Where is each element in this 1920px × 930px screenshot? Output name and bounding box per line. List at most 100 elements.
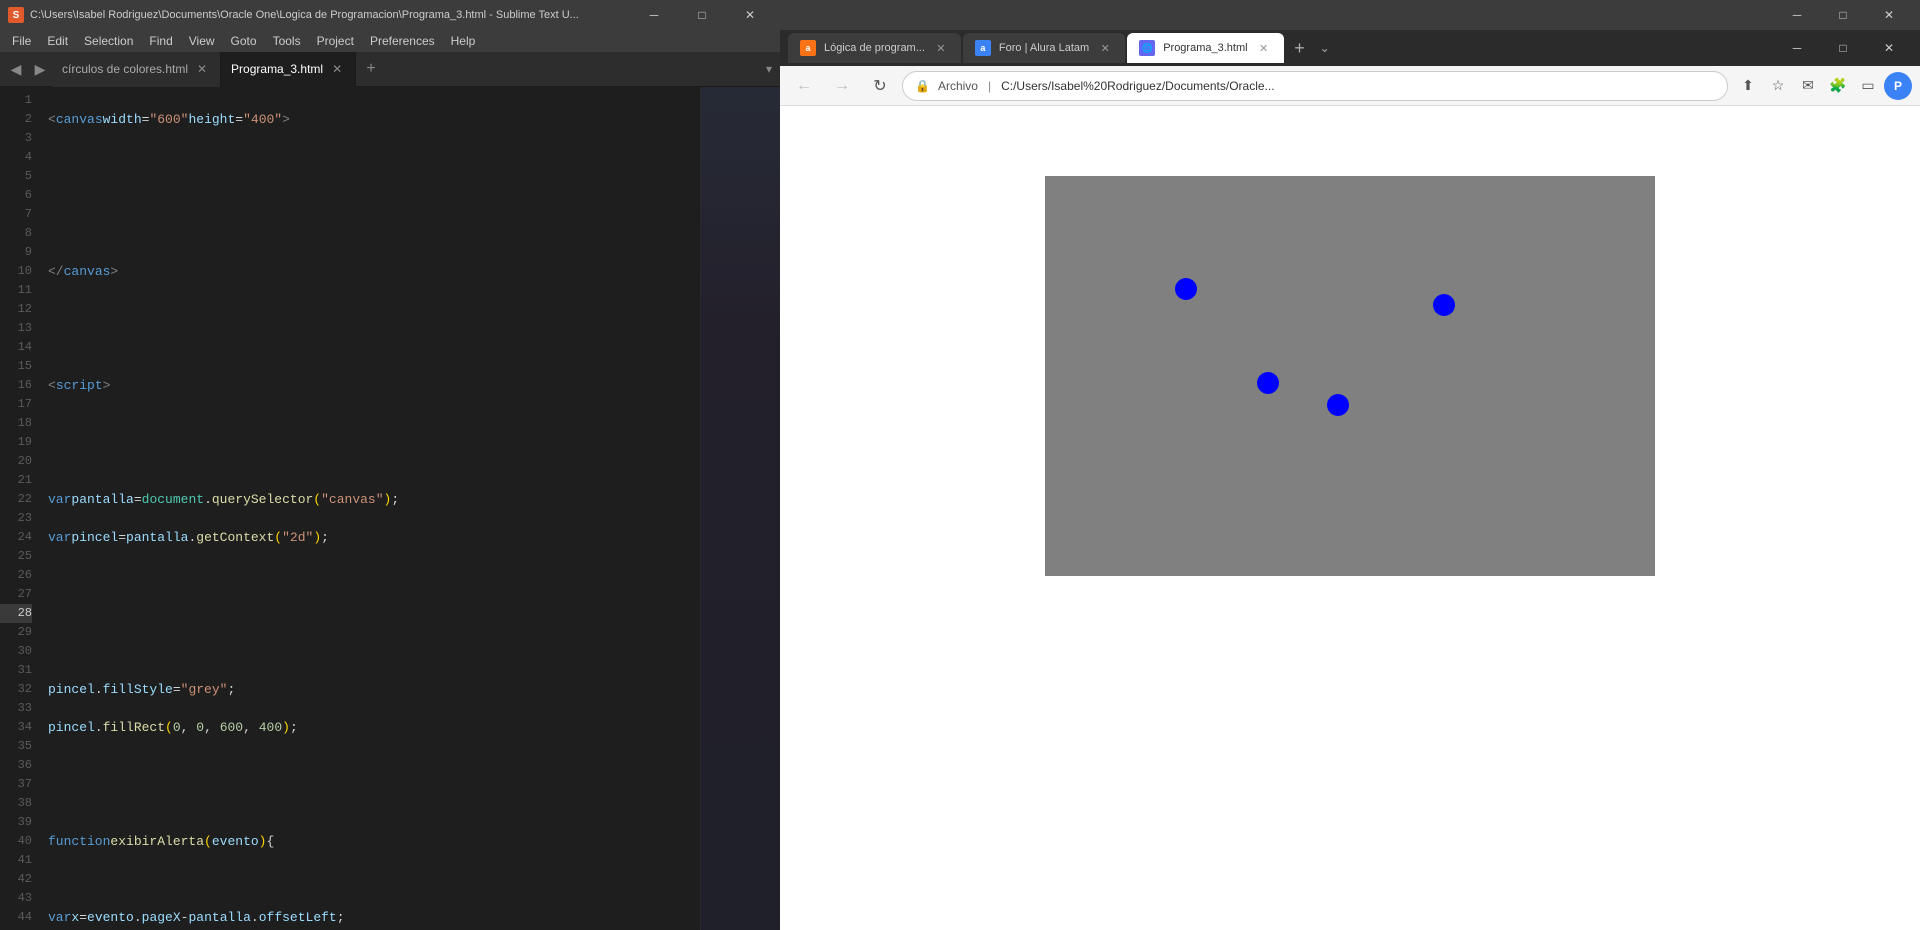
menu-view[interactable]: View <box>181 32 223 50</box>
menu-find[interactable]: Find <box>141 32 180 50</box>
extension-btn[interactable]: 🧩 <box>1824 72 1852 100</box>
tab-circulos[interactable]: círculos de colores.html ✕ <box>52 52 221 87</box>
code-line-18 <box>48 756 692 775</box>
browser-tab-logica-close[interactable]: ✕ <box>933 40 949 56</box>
editor-maximize-btn[interactable]: □ <box>680 0 724 30</box>
browser-tab-bar: a Lógica de program... ✕ a Foro | Alura … <box>780 30 1920 66</box>
browser-close-btn[interactable]: ✕ <box>1866 0 1912 30</box>
code-minimap <box>700 87 780 930</box>
code-editor[interactable]: 1 2 3 4 5 6 7 8 9 10 11 12 13 14 15 16 1… <box>0 87 780 930</box>
browser-nav-actions: ⬆ ☆ ✉ 🧩 ▭ P <box>1734 72 1912 100</box>
address-lock-icon: 🔒 <box>915 79 930 93</box>
code-line-1: <canvas width="600" height="400"> <box>48 110 692 129</box>
editor-tab-bar: ◀ ▶ círculos de colores.html ✕ Programa_… <box>0 52 780 87</box>
browser-content <box>780 106 1920 930</box>
code-line-16: pincel.fillStyle = "grey"; <box>48 680 692 699</box>
browser-tab-programa[interactable]: 🌐 Programa_3.html ✕ <box>1127 33 1283 63</box>
code-line-4 <box>48 224 692 243</box>
code-line-10 <box>48 452 692 471</box>
code-line-19 <box>48 794 692 813</box>
browser-close-btn2[interactable]: ✕ <box>1866 33 1912 63</box>
menu-selection[interactable]: Selection <box>76 32 141 50</box>
code-line-5: </canvas> <box>48 262 692 281</box>
code-line-20: function exibirAlerta(evento){ <box>48 832 692 851</box>
nav-forward-btn[interactable]: → <box>826 70 858 102</box>
canvas-preview[interactable] <box>1045 176 1655 576</box>
editor-title: C:\Users\Isabel Rodriguez\Documents\Orac… <box>30 9 579 21</box>
tab-add-btn[interactable]: + <box>360 58 382 80</box>
menu-file[interactable]: File <box>4 32 39 50</box>
code-line-12: var pincel = pantalla.getContext("2d"); <box>48 528 692 547</box>
code-line-9 <box>48 414 692 433</box>
code-line-14 <box>48 604 692 623</box>
browser-maximize-btn[interactable]: □ <box>1820 0 1866 30</box>
email-btn[interactable]: ✉ <box>1794 72 1822 100</box>
code-lines[interactable]: <canvas width="600" height="400"> </canv… <box>40 87 700 930</box>
tab-nav-right[interactable]: ▶ <box>28 57 52 81</box>
bookmark-btn[interactable]: ☆ <box>1764 72 1792 100</box>
share-btn[interactable]: ⬆ <box>1734 72 1762 100</box>
code-line-3 <box>48 186 692 205</box>
editor-menu-bar: File Edit Selection Find View Goto Tools… <box>0 30 780 52</box>
browser-tab-foro-label: Foro | Alura Latam <box>999 42 1089 54</box>
browser-tab-programa-label: Programa_3.html <box>1163 42 1247 54</box>
address-label: Archivo <box>938 79 978 93</box>
browser-minimize-btn[interactable]: ─ <box>1774 0 1820 30</box>
browser-tab-logica-label: Lógica de program... <box>824 42 925 54</box>
sidebar-toggle-btn[interactable]: ▭ <box>1854 72 1882 100</box>
tab-programa3-close[interactable]: ✕ <box>329 61 345 77</box>
browser-tab-overflow-btn[interactable]: ⌄ <box>1316 37 1334 59</box>
circle-3 <box>1257 372 1279 394</box>
code-line-2 <box>48 148 692 167</box>
menu-goto[interactable]: Goto <box>223 32 265 50</box>
menu-preferences[interactable]: Preferences <box>362 32 443 50</box>
browser-tab-logica[interactable]: a Lógica de program... ✕ <box>788 33 961 63</box>
menu-edit[interactable]: Edit <box>39 32 76 50</box>
editor-title-bar: S C:\Users\Isabel Rodriguez\Documents\Or… <box>0 0 780 30</box>
tab-layout-btn[interactable]: ▾ <box>762 62 776 76</box>
browser-nav-bar: ← → ↻ 🔒 Archivo | C:/Users/Isabel%20Rodr… <box>780 66 1920 106</box>
line-numbers: 1 2 3 4 5 6 7 8 9 10 11 12 13 14 15 16 1… <box>0 87 40 930</box>
browser-window-controls-2[interactable]: ─ □ ✕ <box>1774 33 1912 63</box>
code-line-7 <box>48 338 692 357</box>
editor-minimize-btn[interactable]: ─ <box>632 0 676 30</box>
menu-help[interactable]: Help <box>443 32 484 50</box>
tab-programa3[interactable]: Programa_3.html ✕ <box>221 52 356 87</box>
editor-window-controls[interactable]: ─ □ ✕ <box>632 0 772 30</box>
browser-tab-programa-close[interactable]: ✕ <box>1256 40 1272 56</box>
browser-window-controls[interactable]: ─ □ ✕ <box>1774 0 1912 30</box>
circle-1 <box>1175 278 1197 300</box>
browser-title-bar: ─ □ ✕ <box>780 0 1920 30</box>
browser-tab-foro[interactable]: a Foro | Alura Latam ✕ <box>963 33 1125 63</box>
code-line-17: pincel.fillRect(0, 0, 600, 400); <box>48 718 692 737</box>
code-line-13 <box>48 566 692 585</box>
nav-refresh-btn[interactable]: ↻ <box>864 70 896 102</box>
browser-tab-programa-favicon: 🌐 <box>1139 40 1155 56</box>
tab-circulos-close[interactable]: ✕ <box>194 61 210 77</box>
sublime-icon: S <box>8 7 24 23</box>
circle-2 <box>1433 294 1455 316</box>
code-line-8: <script > <box>48 376 692 395</box>
profile-btn[interactable]: P <box>1884 72 1912 100</box>
address-text: C:/Users/Isabel%20Rodriguez/Documents/Or… <box>1001 79 1715 93</box>
code-line-15 <box>48 642 692 661</box>
tab-nav-left[interactable]: ◀ <box>4 57 28 81</box>
menu-project[interactable]: Project <box>309 32 362 50</box>
browser-tab-logica-favicon: a <box>800 40 816 56</box>
circle-4 <box>1327 394 1349 416</box>
browser-max-btn2[interactable]: □ <box>1820 33 1866 63</box>
code-line-6 <box>48 300 692 319</box>
browser-new-tab-btn[interactable]: + <box>1286 34 1314 62</box>
address-bar[interactable]: 🔒 Archivo | C:/Users/Isabel%20Rodriguez/… <box>902 71 1728 101</box>
browser-min-btn2[interactable]: ─ <box>1774 33 1820 63</box>
browser-tab-foro-close[interactable]: ✕ <box>1097 40 1113 56</box>
menu-tools[interactable]: Tools <box>265 32 309 50</box>
code-line-22: var x = evento.pageX - pantalla.offsetLe… <box>48 908 692 927</box>
code-line-21 <box>48 870 692 889</box>
tab-programa3-label: Programa_3.html <box>231 62 323 76</box>
code-line-11: var pantalla = document.querySelector("c… <box>48 490 692 509</box>
tab-circulos-label: círculos de colores.html <box>62 62 188 76</box>
nav-back-btn[interactable]: ← <box>788 70 820 102</box>
editor-close-btn[interactable]: ✕ <box>728 0 772 30</box>
browser-tab-foro-favicon: a <box>975 40 991 56</box>
